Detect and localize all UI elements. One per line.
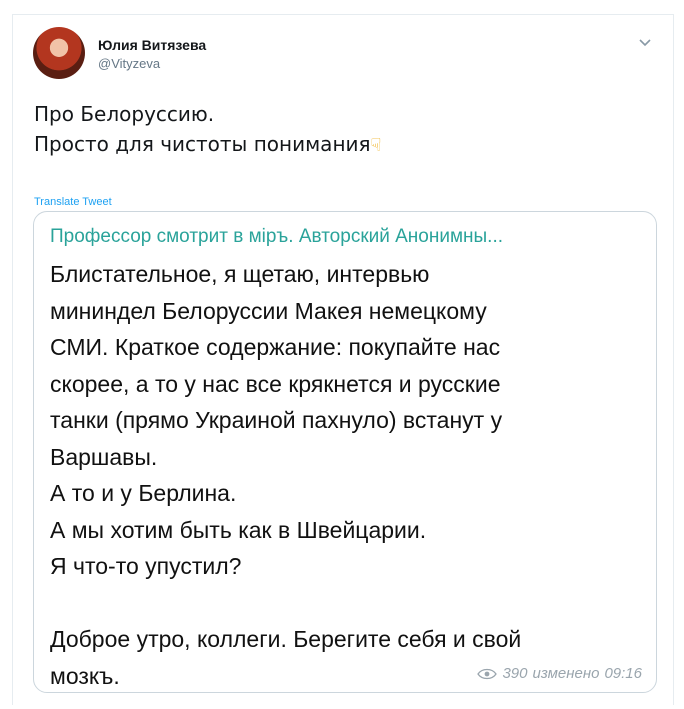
tweet-line: Просто для чистоты понимания☟: [34, 129, 382, 161]
author-name[interactable]: Юлия Витязева: [98, 37, 206, 53]
tweet-line: Про Белоруссию.: [34, 102, 215, 126]
author-handle[interactable]: @Vityzeva: [98, 56, 160, 71]
card-blank-line: [50, 585, 646, 622]
card-line: мининдел Белоруссии Макея немецкому: [50, 297, 487, 324]
chevron-down-icon[interactable]: [637, 37, 653, 49]
card-line: Блистательное, я щетаю, интервью: [50, 261, 430, 287]
translate-tweet-link[interactable]: Translate Tweet: [34, 196, 112, 208]
card-line: Доброе утро, коллеги. Берегите себя и св…: [50, 626, 522, 652]
tweet: Юлия Витязева @Vityzeva Про Белоруссию. …: [12, 14, 674, 705]
tweet-text: Про Белоруссию. Просто для чистоты поним…: [34, 99, 382, 161]
post-time: 09:16: [604, 665, 642, 682]
quoted-post-card[interactable]: Профессор смотрит в міръ. Авторский Анон…: [33, 211, 657, 693]
card-line: СМИ. Краткое содержание: покупайте нас: [50, 334, 501, 360]
edited-label: изменено: [532, 665, 600, 682]
card-title[interactable]: Профессор смотрит в міръ. Авторский Анон…: [50, 226, 646, 248]
card-line: Варшавы.: [50, 443, 158, 470]
card-line: Я что-то упустил?: [50, 553, 242, 579]
card-line: А то и у Берлина.: [50, 480, 237, 506]
eye-icon: [477, 668, 498, 679]
card-line: танки (прямо Украиной пахнуло) встанут у: [50, 407, 503, 433]
card-line: А мы хотим быть как в Швейцарии.: [50, 516, 427, 543]
pointing-down-emoji-icon: ☟: [370, 134, 382, 156]
avatar[interactable]: [33, 27, 85, 79]
card-body: Блистательное, я щетаю, интервью мининде…: [50, 256, 646, 692]
card-line: скорее, а то у нас все крякнется и русск…: [50, 370, 501, 397]
view-count: 390: [502, 665, 528, 682]
card-meta: 390 изменено 09:16: [477, 665, 642, 682]
